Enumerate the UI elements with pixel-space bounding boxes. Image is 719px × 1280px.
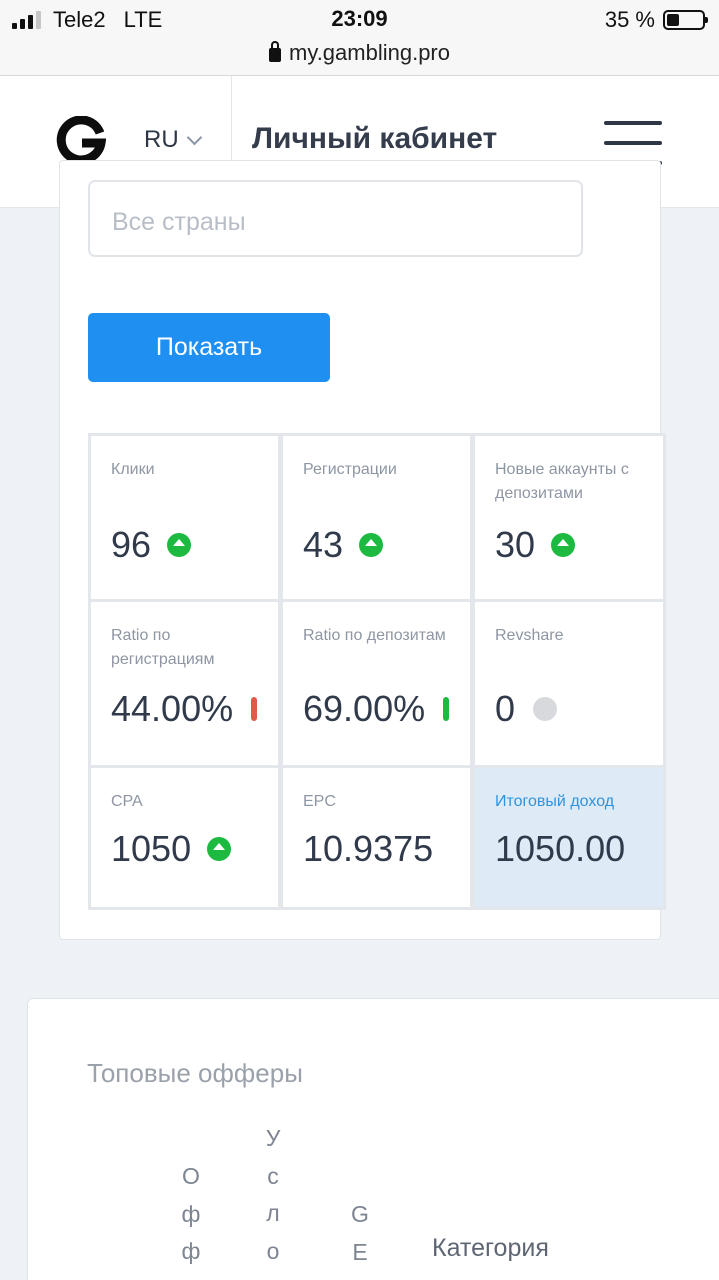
trend-up-bar-icon <box>443 697 450 721</box>
stat-label: Клики <box>111 461 155 478</box>
stat-value: 43 <box>303 524 384 566</box>
stat-value: 1050 <box>111 828 232 870</box>
stat-label: Новые аккаунты с депозитами <box>495 461 629 502</box>
address-bar[interactable]: my.gambling.pro <box>0 40 719 66</box>
stats-grid: Клики 96 Регистрации 43 Новые аккаунты с… <box>88 433 666 910</box>
stat-number: 1050 <box>111 828 192 869</box>
stat-label: Ratio по депозитам <box>303 627 446 644</box>
stat-value: 0 <box>495 688 558 730</box>
lock-icon <box>269 41 281 62</box>
column-header-char: E <box>352 1238 368 1265</box>
column-header-offer[interactable]: О ф ф <box>176 1158 206 1271</box>
stat-number: 0 <box>495 688 516 729</box>
stat-label: EPC <box>303 793 336 810</box>
column-header-terms[interactable]: У с л о <box>258 1120 288 1270</box>
stat-label: Итоговый доход <box>495 793 615 810</box>
chevron-down-icon <box>186 129 202 145</box>
column-header-char: с <box>267 1162 279 1189</box>
status-right: 35 % <box>604 7 708 32</box>
trend-up-icon <box>167 533 192 557</box>
column-header-char: ф <box>181 1238 201 1264</box>
stat-number: 44.00% <box>111 688 234 729</box>
stat-cpa: CPA 1050 <box>91 768 278 907</box>
stat-total-income: Итоговый доход 1050.00 <box>475 768 663 907</box>
stat-number: 43 <box>303 524 344 565</box>
show-button[interactable]: Показать <box>88 313 330 382</box>
language-selector[interactable]: RU <box>144 126 202 154</box>
stat-value: 96 <box>111 524 192 566</box>
trend-neutral-icon <box>533 697 558 721</box>
stat-number: 1050.00 <box>495 828 626 869</box>
trend-up-icon <box>551 533 576 557</box>
stat-number: 69.00% <box>303 688 426 729</box>
stat-label: Ratio по регистрациям <box>111 627 215 668</box>
trend-up-icon <box>359 533 384 557</box>
column-header-char: G <box>351 1201 369 1227</box>
stat-ratio-registrations: Ratio по регистрациям 44.00% <box>91 602 278 765</box>
stat-registrations: Регистрации 43 <box>283 436 470 599</box>
trend-up-icon <box>207 837 232 861</box>
stat-label: CPA <box>111 793 143 810</box>
language-label: RU <box>144 126 179 153</box>
trend-down-bar-icon <box>251 697 258 721</box>
stat-label: Регистрации <box>303 461 397 478</box>
stat-value: 30 <box>495 524 576 566</box>
top-offers-title: Топовые офферы <box>87 1058 303 1088</box>
stat-clicks: Клики 96 <box>91 436 278 599</box>
status-bar: Tele2 LTE 23:09 35 % my.gambling.pro <box>0 0 719 76</box>
country-select[interactable]: Все страны <box>88 180 583 257</box>
column-header-char: о <box>266 1237 280 1264</box>
stat-epc: EPC 10.9375 <box>283 768 470 907</box>
stat-value: 10.9375 <box>303 828 433 870</box>
column-header-char: ф <box>181 1200 201 1227</box>
url-text: my.gambling.pro <box>289 40 450 65</box>
country-select-placeholder: Все страны <box>112 208 246 236</box>
battery-icon <box>663 10 708 30</box>
battery-percent: 35 % <box>604 7 655 32</box>
stat-number: 10.9375 <box>303 828 434 869</box>
stat-number: 96 <box>111 524 152 565</box>
page-title: Личный кабинет <box>252 122 498 155</box>
stat-new-deposit-accounts: Новые аккаунты с депозитами 30 <box>475 436 663 599</box>
stat-number: 30 <box>495 524 536 565</box>
stat-value: 44.00% <box>111 688 258 730</box>
stat-label: Revshare <box>495 627 564 644</box>
stat-value: 1050.00 <box>495 828 625 870</box>
logo-icon[interactable] <box>56 116 106 166</box>
stat-ratio-deposits: Ratio по депозитам 69.00% <box>283 602 470 765</box>
column-header-char: О <box>182 1163 200 1189</box>
column-header-geo[interactable]: G E <box>345 1196 375 1271</box>
column-header-category[interactable]: Категория <box>432 1234 549 1263</box>
column-header-char: У <box>265 1125 281 1151</box>
stat-value: 69.00% <box>303 688 450 730</box>
stat-revshare: Revshare 0 <box>475 602 663 765</box>
column-header-char: л <box>266 1200 280 1226</box>
